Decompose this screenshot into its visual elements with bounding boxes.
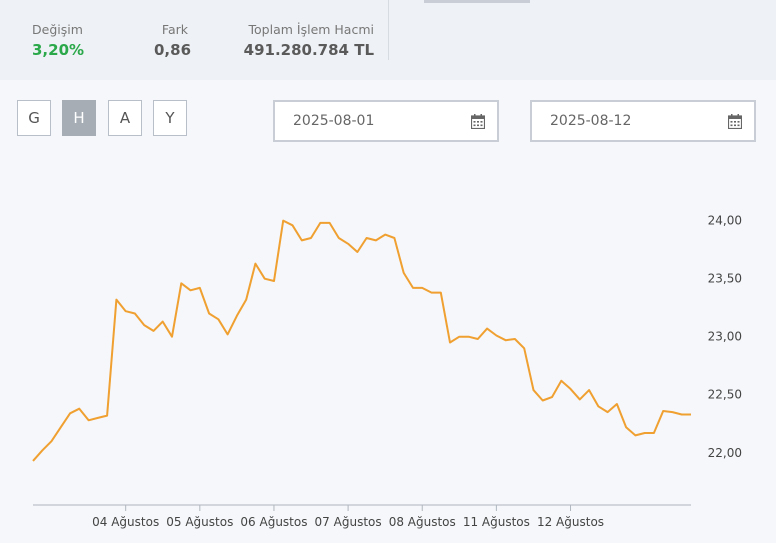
- stats-divider: [388, 0, 389, 60]
- y-tick-label: 22,50: [708, 388, 742, 402]
- period-button-g[interactable]: G: [17, 100, 51, 136]
- y-tick-label: 24,00: [708, 214, 742, 228]
- y-tick-label: 23,00: [708, 330, 742, 344]
- x-tick-label: 12 Ağustos: [537, 515, 604, 529]
- start-date-input[interactable]: 2025-08-01: [273, 100, 499, 142]
- volume-stat: Toplam İşlem Hacmi 491.280.784 TL: [240, 22, 374, 59]
- x-tick-label: 05 Ağustos: [166, 515, 233, 529]
- series-group: [32, 219, 691, 462]
- tab-indicator: [424, 0, 530, 3]
- x-tick-label: 06 Ağustos: [240, 515, 307, 529]
- period-button-y[interactable]: Y: [153, 100, 187, 136]
- y-tick-label: 23,50: [708, 272, 742, 286]
- x-tick-label: 08 Ağustos: [389, 515, 456, 529]
- start-date-value: 2025-08-01: [293, 113, 375, 129]
- period-button-h[interactable]: H: [62, 100, 96, 136]
- diff-stat: Fark 0,86: [154, 22, 192, 59]
- calendar-icon[interactable]: [471, 114, 485, 129]
- stats-bar: Değişim 3,20% Fark 0,86 Toplam İşlem Hac…: [0, 0, 776, 80]
- x-axis: 04 Ağustos 05 Ağustos 06 Ağustos 07 Ağustos…: [33, 504, 691, 529]
- change-value: 3,20%: [32, 41, 85, 59]
- diff-label: Fark: [161, 22, 188, 37]
- x-tick-label: 11 Ağustos: [463, 515, 530, 529]
- diff-value: 0,86: [154, 41, 192, 59]
- volume-value: 491.280.784 TL: [243, 41, 374, 59]
- series-line: [32, 219, 691, 462]
- change-label: Değişim: [32, 22, 83, 37]
- y-tick-label: 22,00: [708, 446, 742, 460]
- change-stat: Değişim 3,20%: [32, 22, 84, 59]
- x-tick-label: 07 Ağustos: [315, 515, 382, 529]
- y-axis: 22,00 22,50 23,00 23,50 24,00: [708, 214, 742, 460]
- calendar-icon[interactable]: [728, 114, 742, 129]
- end-date-value: 2025-08-12: [550, 113, 632, 129]
- x-tick-label: 04 Ağustos: [92, 515, 159, 529]
- volume-label: Toplam İşlem Hacmi: [248, 22, 374, 37]
- end-date-input[interactable]: 2025-08-12: [530, 100, 756, 142]
- period-button-a[interactable]: A: [108, 100, 142, 136]
- price-line-chart: 22,00 22,50 23,00 23,50 24,00 04 Ağustos 05 A…: [32, 214, 742, 529]
